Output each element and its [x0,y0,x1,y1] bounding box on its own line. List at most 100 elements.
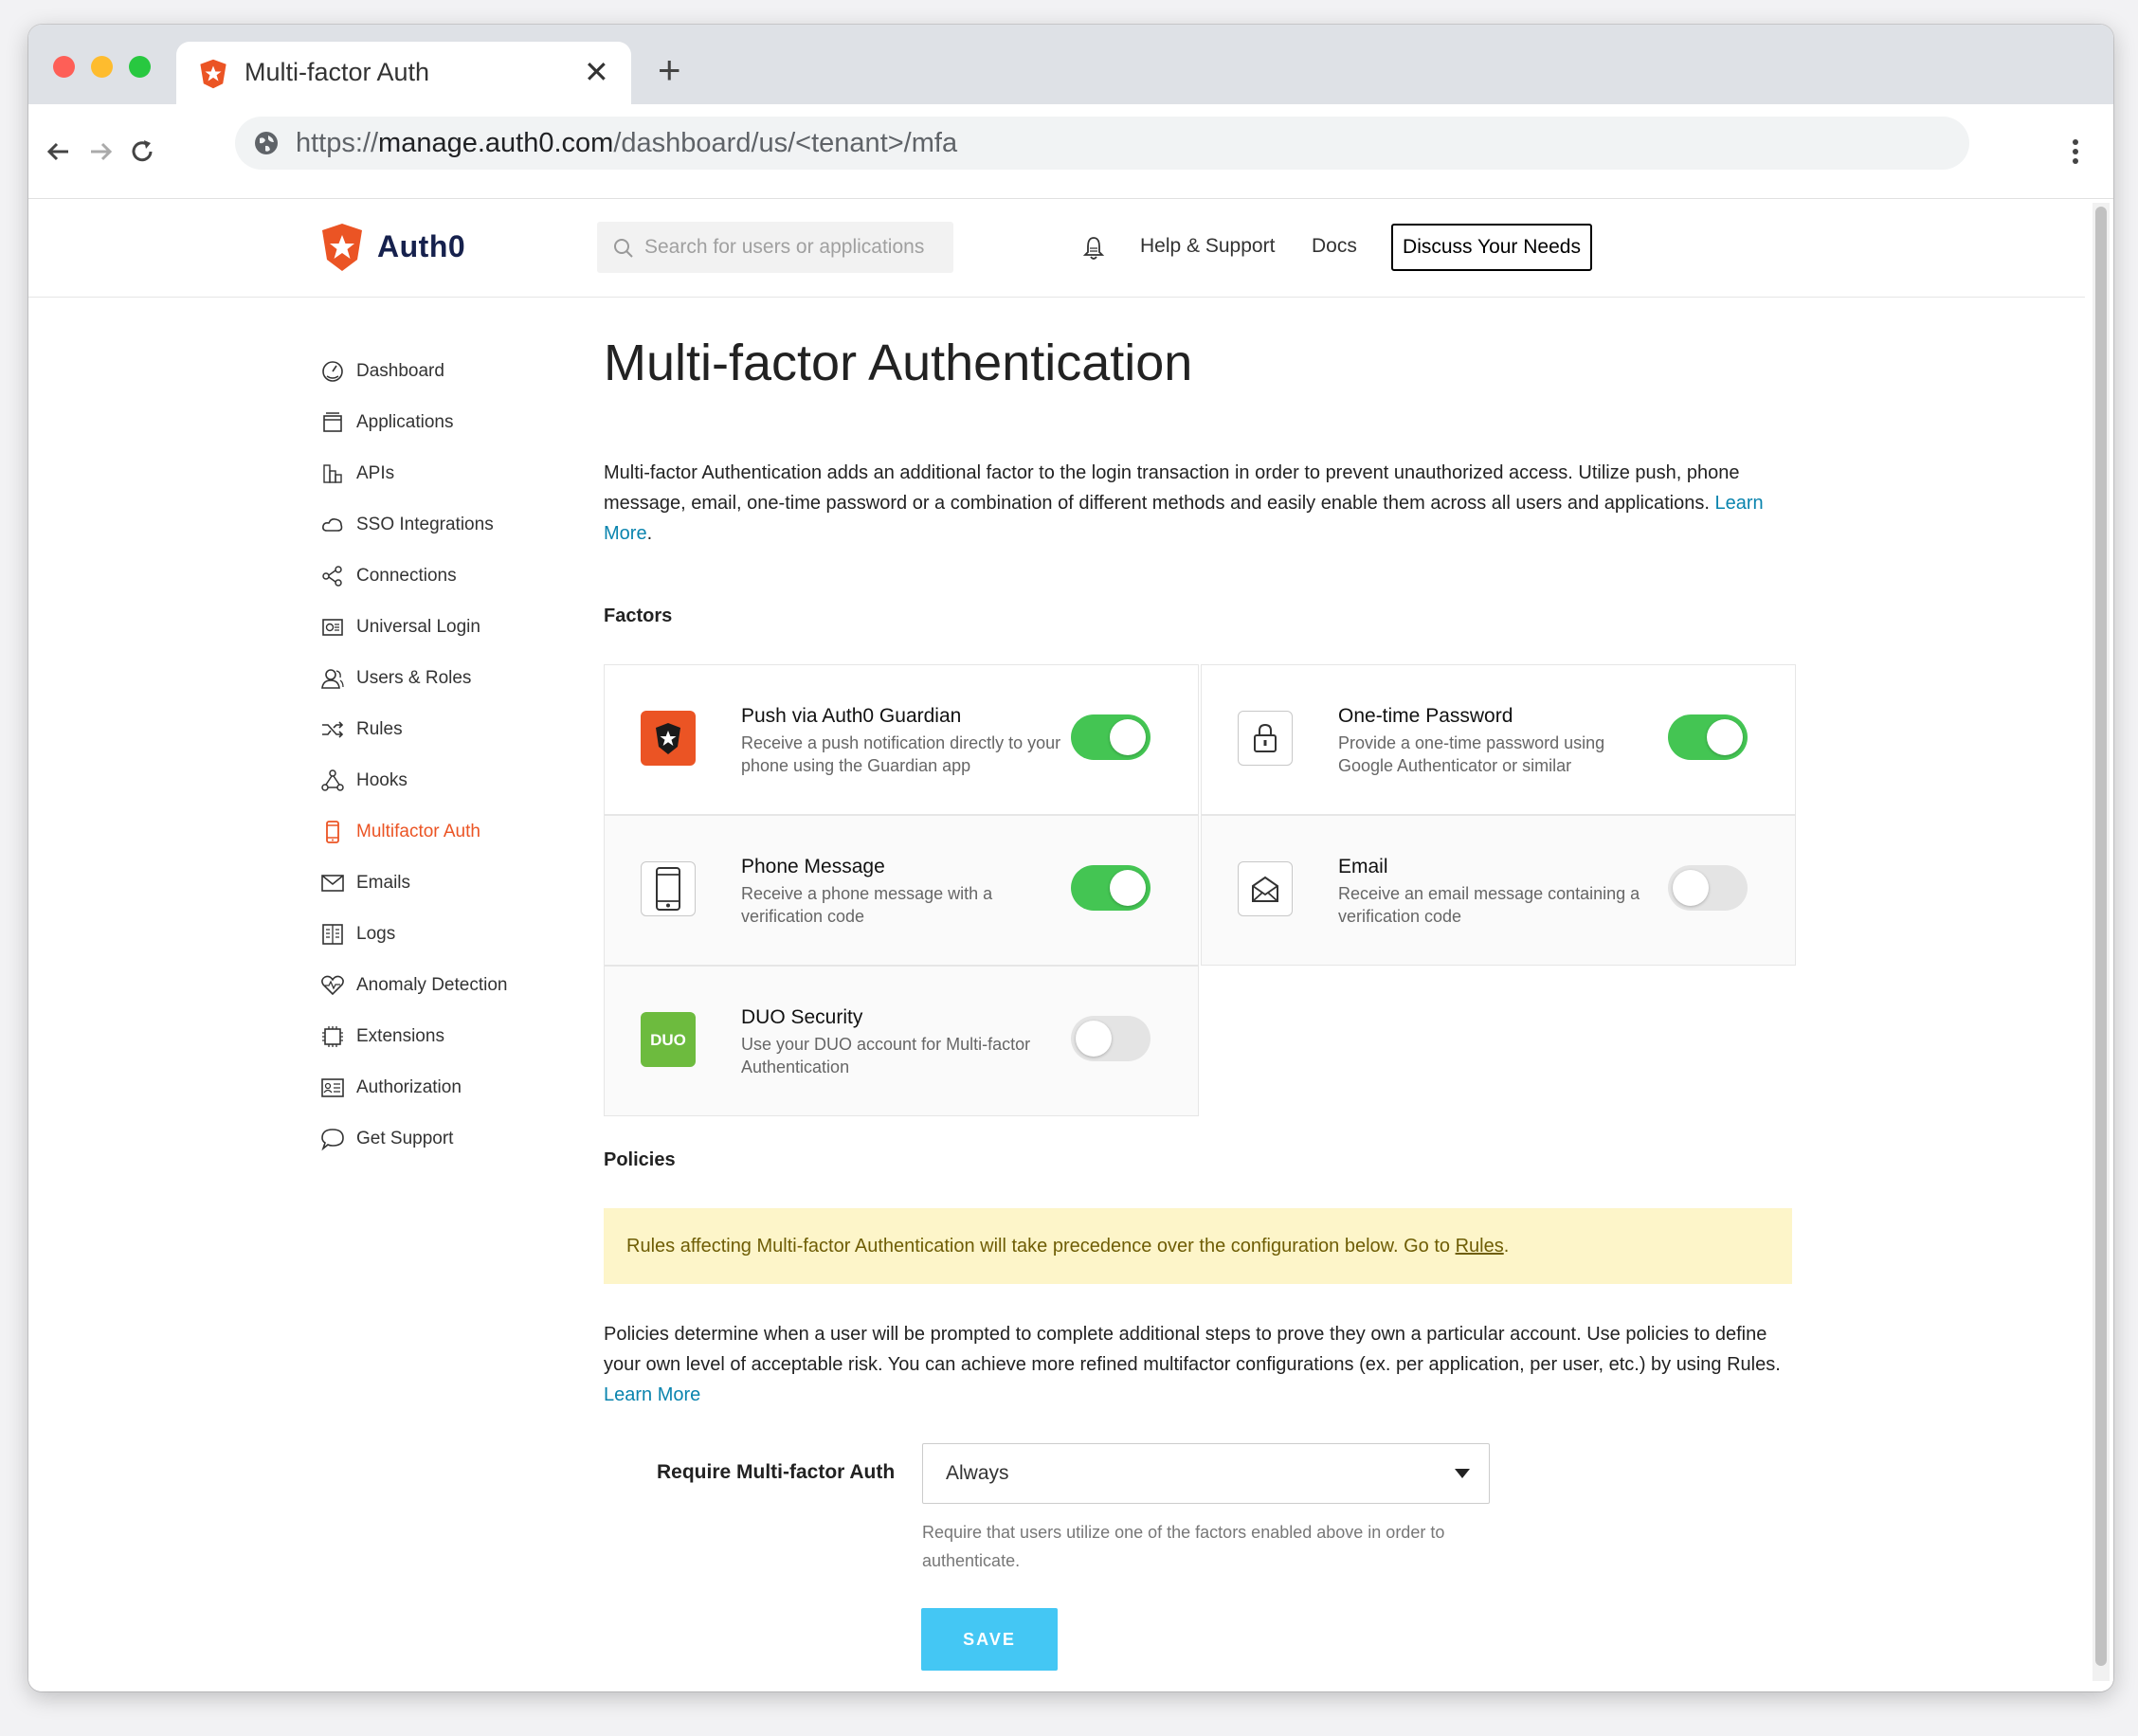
factor-card-duo-security: DUO DUO Security Use your DUO account for … [604,966,1199,1116]
policies-heading: Policies [604,1149,676,1170]
factor-card-phone-message: Phone Message Receive a phone message wit… [604,815,1199,966]
toggle-knob [1110,719,1146,755]
sidebar-item-applications[interactable]: Applications [320,397,567,448]
discuss-needs-button[interactable]: Discuss Your Needs [1391,224,1592,271]
rules-notice: Rules affecting Multi-factor Authenticat… [604,1208,1792,1284]
factor-toggle[interactable] [1668,714,1748,760]
sidebar-item-label: Extensions [356,1026,444,1046]
tab-bar: Multi-factor Auth ✕ + [28,25,2113,104]
require-mfa-label: Require Multi-factor Auth [657,1461,896,1483]
apis-icon [320,461,345,486]
sidebar-nav: Dashboard Applications APIs SSO Integration… [320,346,567,1165]
sidebar-item-label: Connections [356,566,457,586]
caret-down-icon [1455,1469,1470,1478]
factor-toggle[interactable] [1668,865,1748,911]
tab-title: Multi-factor Auth [245,58,430,86]
sidebar-item-get-support[interactable]: Get Support [320,1113,567,1165]
factor-toggle[interactable] [1071,865,1151,911]
search-input[interactable] [644,222,938,273]
sidebar-item-sso-integrations[interactable]: SSO Integrations [320,499,567,551]
sidebar-item-label: Multifactor Auth [356,822,480,841]
sidebar-item-apis[interactable]: APIs [320,448,567,499]
forward-arrow-icon[interactable] [82,133,119,171]
factors-heading: Factors [604,606,673,626]
factor-title: Push via Auth0 Guardian [741,705,962,727]
app-header: Auth0 Help & Support Docs Discuss Your N… [28,199,2085,298]
chat-bubble-icon [320,1127,345,1151]
sidebar-item-label: APIs [356,463,395,483]
duo-icon: DUO [641,1012,696,1067]
sidebar-item-label: Applications [356,412,454,432]
factor-title: Email [1338,856,1388,877]
search-icon [614,239,633,258]
sidebar-item-rules[interactable]: Rules [320,704,567,755]
factor-description: Receive an email message containing a ve… [1338,884,1640,926]
sidebar-item-logs[interactable]: Logs [320,909,567,960]
require-mfa-hint: Require that users utilize one of the fa… [922,1523,1445,1570]
globe-icon [255,132,278,154]
toggle-knob [1707,719,1743,755]
sidebar-item-extensions[interactable]: Extensions [320,1011,567,1062]
toggle-knob [1076,1021,1112,1057]
toggle-knob [1110,870,1146,906]
sidebar-item-label: Dashboard [356,361,444,381]
universal-login-icon [320,615,345,640]
browser-tab[interactable]: Multi-factor Auth ✕ [176,42,631,104]
policies-learn-more-link[interactable]: Learn More [604,1384,700,1405]
guardian-icon [641,711,696,766]
maximize-window-button[interactable] [129,56,151,78]
dashboard-icon [320,359,345,384]
email-icon [1238,861,1293,916]
minimize-window-button[interactable] [91,56,113,78]
require-mfa-select[interactable]: Always [922,1443,1490,1504]
search-box[interactable] [597,222,953,273]
scrollbar-thumb[interactable] [2095,207,2107,1666]
browser-window: Multi-factor Auth ✕ + https://manage.aut… [28,25,2113,1691]
applications-icon [320,410,345,435]
factors-grid: Push via Auth0 Guardian Receive a push no… [604,664,1798,1119]
address-bar[interactable]: https://manage.auth0.com/dashboard/us/<t… [235,117,1969,170]
sidebar-item-label: Authorization [356,1077,462,1097]
policies-description: Policies determine when a user will be p… [604,1324,1781,1405]
hooks-icon [320,769,345,793]
require-mfa-value: Always [946,1462,1009,1484]
mobile-phone-icon [641,861,696,916]
factor-title: DUO Security [741,1006,863,1028]
sidebar-item-multifactor-auth[interactable]: Multifactor Auth [320,806,567,858]
chip-icon [320,1024,345,1049]
heart-pulse-icon [320,973,345,998]
sidebar-item-users-roles[interactable]: Users & Roles [320,653,567,704]
rules-link[interactable]: Rules [1456,1236,1504,1257]
save-button[interactable]: SAVE [921,1608,1058,1671]
factor-toggle[interactable] [1071,1016,1151,1061]
brand-name[interactable]: Auth0 [377,229,465,264]
back-arrow-icon[interactable] [40,133,78,171]
browser-menu-icon[interactable] [2066,133,2085,171]
id-card-icon [320,1076,345,1100]
docs-link[interactable]: Docs [1312,235,1357,258]
auth0-logo-icon[interactable] [318,222,366,273]
factor-toggle[interactable] [1071,714,1151,760]
browser-toolbar: https://manage.auth0.com/dashboard/us/<t… [28,104,2113,199]
sidebar-item-hooks[interactable]: Hooks [320,755,567,806]
sidebar-item-label: Hooks [356,770,408,790]
phone-icon [320,820,345,844]
sidebar-item-label: Users & Roles [356,668,472,688]
close-window-button[interactable] [53,56,75,78]
new-tab-icon[interactable]: + [658,50,681,90]
sidebar-item-dashboard[interactable]: Dashboard [320,346,567,397]
sidebar-item-label: Universal Login [356,617,480,637]
sidebar-item-anomaly-detection[interactable]: Anomaly Detection [320,960,567,1011]
sidebar-item-label: Emails [356,873,411,893]
connections-icon [320,564,345,588]
page-title: Multi-factor Authentication [604,335,1193,391]
factor-card-push-via-auth0-guardian: Push via Auth0 Guardian Receive a push no… [604,664,1199,815]
bell-icon[interactable] [1082,235,1105,262]
sidebar-item-emails[interactable]: Emails [320,858,567,909]
sidebar-item-connections[interactable]: Connections [320,551,567,602]
sidebar-item-authorization[interactable]: Authorization [320,1062,567,1113]
tab-close-icon[interactable]: ✕ [584,55,609,89]
help-support-link[interactable]: Help & Support [1140,235,1275,258]
sidebar-item-universal-login[interactable]: Universal Login [320,602,567,653]
reload-icon[interactable] [123,133,161,171]
